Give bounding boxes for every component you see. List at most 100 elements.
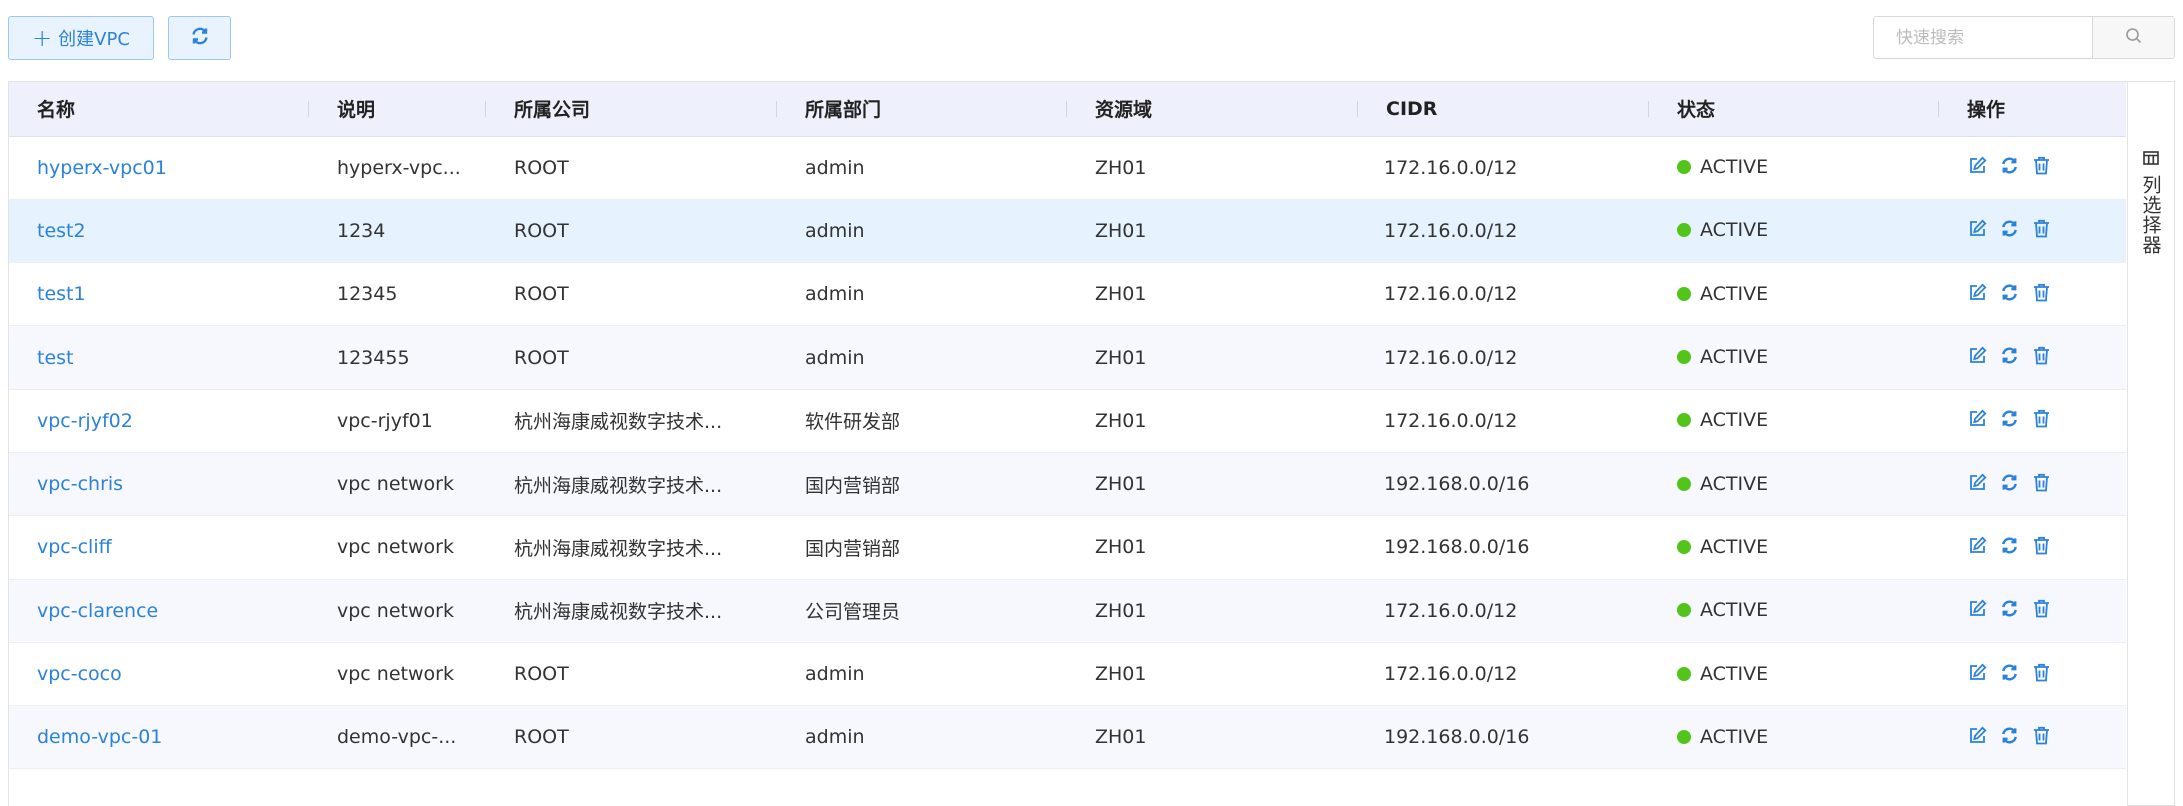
vpc-name-link[interactable]: test2: [9, 199, 309, 264]
table-row[interactable]: vpc-rjyf02 vpc-rjyf01 杭州海康威视数字技术... 软件研发部 ZH…: [9, 389, 2126, 453]
table-row[interactable]: hyperx-vpc01 hyperx-vpc... ROOT admin ZH01 17…: [9, 136, 2126, 200]
cidr-cell: 172.16.0.0/12: [1358, 262, 1649, 327]
status-badge: ACTIVE: [1677, 599, 1768, 621]
vpc-name-link[interactable]: vpc-coco: [9, 642, 309, 707]
cidr-cell: 172.16.0.0/12: [1358, 579, 1649, 643]
search-box: [1873, 16, 2175, 59]
region-cell: ZH01: [1067, 262, 1358, 327]
edit-icon[interactable]: [1967, 345, 1988, 366]
column-header-status[interactable]: 状态: [1649, 82, 1939, 137]
delete-icon[interactable]: [2031, 218, 2052, 239]
description-cell: vpc network: [309, 579, 486, 643]
cidr-cell: 192.168.0.0/16: [1358, 515, 1649, 580]
table-row[interactable]: demo-vpc-01 demo-vpc-... ROOT admin ZH01 192.…: [9, 705, 2126, 770]
search-button[interactable]: [2092, 17, 2174, 58]
department-cell: admin: [777, 705, 1067, 770]
edit-icon[interactable]: [1967, 535, 1988, 556]
column-header-label: 资源域: [1095, 99, 1153, 122]
vpc-table-container: 名称 说明 所属公司 所属部门 资源域 CIDR 状态 操作 hyperx-vp…: [8, 81, 2127, 806]
refresh-icon[interactable]: [1999, 282, 2020, 303]
status-text: ACTIVE: [1700, 409, 1769, 432]
vpc-name-link[interactable]: test1: [9, 262, 309, 327]
edit-icon[interactable]: [1967, 282, 1988, 303]
delete-icon[interactable]: [2031, 472, 2052, 493]
column-header-department[interactable]: 所属部门: [777, 82, 1067, 137]
edit-icon[interactable]: [1967, 218, 1988, 239]
cidr-cell: 192.168.0.0/16: [1358, 452, 1649, 517]
refresh-icon[interactable]: [1999, 725, 2020, 746]
status-text: ACTIVE: [1700, 725, 1769, 748]
actions-cell: [1939, 389, 2126, 453]
status-text: ACTIVE: [1700, 156, 1769, 179]
status-dot-icon: [1677, 729, 1691, 744]
edit-icon[interactable]: [1967, 662, 1988, 683]
table-row[interactable]: vpc-coco vpc network ROOT admin ZH01 172.16.0…: [9, 642, 2126, 707]
refresh-icon[interactable]: [1999, 662, 2020, 683]
table-row[interactable]: test1 12345 ROOT admin ZH01 172.16.0.0/12 ACTI…: [9, 262, 2126, 327]
refresh-button[interactable]: [168, 16, 231, 60]
edit-icon[interactable]: [1967, 472, 1988, 493]
status-dot-icon: [1677, 666, 1691, 681]
delete-icon[interactable]: [2031, 345, 2052, 366]
table-body: hyperx-vpc01 hyperx-vpc... ROOT admin ZH01 17…: [9, 136, 2126, 770]
table-row[interactable]: vpc-clarence vpc network 杭州海康威视数字技术... 公司管理…: [9, 579, 2126, 643]
refresh-icon[interactable]: [1999, 408, 2020, 429]
status-badge: ACTIVE: [1677, 473, 1768, 495]
region-cell: ZH01: [1067, 705, 1358, 770]
delete-icon[interactable]: [2031, 282, 2052, 303]
status-badge: ACTIVE: [1677, 726, 1768, 748]
region-cell: ZH01: [1067, 515, 1358, 580]
refresh-icon[interactable]: [1999, 472, 2020, 493]
refresh-icon[interactable]: [1999, 598, 2020, 619]
column-header-region[interactable]: 资源域: [1067, 82, 1358, 137]
vpc-name-link[interactable]: vpc-rjyf02: [9, 389, 309, 453]
department-cell: 国内营销部: [777, 452, 1067, 517]
delete-icon[interactable]: [2031, 535, 2052, 556]
status-badge: ACTIVE: [1677, 409, 1768, 431]
create-vpc-button[interactable]: + 创建VPC: [8, 16, 154, 60]
edit-icon[interactable]: [1967, 598, 1988, 619]
vpc-name-link[interactable]: vpc-clarence: [9, 579, 309, 643]
vpc-name-link[interactable]: hyperx-vpc01: [9, 136, 309, 200]
column-header-name[interactable]: 名称: [9, 82, 309, 137]
refresh-icon[interactable]: [1999, 345, 2020, 366]
description-cell: hyperx-vpc...: [309, 136, 486, 200]
vpc-name-link[interactable]: vpc-cliff: [9, 515, 309, 580]
company-cell: 杭州海康威视数字技术...: [486, 389, 777, 453]
search-input[interactable]: [1874, 17, 2092, 58]
status-text: ACTIVE: [1700, 599, 1769, 622]
edit-icon[interactable]: [1967, 155, 1988, 176]
vpc-name-link[interactable]: test: [9, 325, 309, 390]
status-dot-icon: [1677, 603, 1691, 618]
table-row[interactable]: vpc-cliff vpc network 杭州海康威视数字技术... 国内营销部 ZH…: [9, 515, 2126, 580]
table-row[interactable]: test 123455 ROOT admin ZH01 172.16.0.0/12 ACTI…: [9, 325, 2126, 390]
description-cell: vpc network: [309, 452, 486, 517]
refresh-icon[interactable]: [1999, 218, 2020, 239]
edit-icon[interactable]: [1967, 725, 1988, 746]
refresh-icon[interactable]: [1999, 535, 2020, 556]
delete-icon[interactable]: [2031, 725, 2052, 746]
column-header-description[interactable]: 说明: [309, 82, 486, 137]
department-cell: admin: [777, 199, 1067, 264]
vpc-name-link[interactable]: vpc-chris: [9, 452, 309, 517]
table-row[interactable]: vpc-chris vpc network 杭州海康威视数字技术... 国内营销部 ZH…: [9, 452, 2126, 517]
delete-icon[interactable]: [2031, 155, 2052, 176]
status-text: ACTIVE: [1700, 472, 1769, 495]
edit-icon[interactable]: [1967, 408, 1988, 429]
delete-icon[interactable]: [2031, 662, 2052, 683]
region-cell: ZH01: [1067, 136, 1358, 200]
table-row[interactable]: test2 1234 ROOT admin ZH01 172.16.0.0/12 ACTIV…: [9, 199, 2126, 264]
status-cell: ACTIVE: [1649, 515, 1939, 580]
status-cell: ACTIVE: [1649, 325, 1939, 390]
status-cell: ACTIVE: [1649, 136, 1939, 200]
column-picker[interactable]: 列选择器: [2127, 81, 2175, 806]
refresh-icon[interactable]: [1999, 155, 2020, 176]
delete-icon[interactable]: [2031, 598, 2052, 619]
delete-icon[interactable]: [2031, 408, 2052, 429]
column-header-cidr[interactable]: CIDR: [1358, 82, 1649, 137]
vpc-name-link[interactable]: demo-vpc-01: [9, 705, 309, 770]
description-cell: vpc network: [309, 642, 486, 707]
column-header-label: 状态: [1677, 99, 1716, 122]
column-header-company[interactable]: 所属公司: [486, 82, 777, 137]
status-dot-icon: [1677, 413, 1691, 428]
